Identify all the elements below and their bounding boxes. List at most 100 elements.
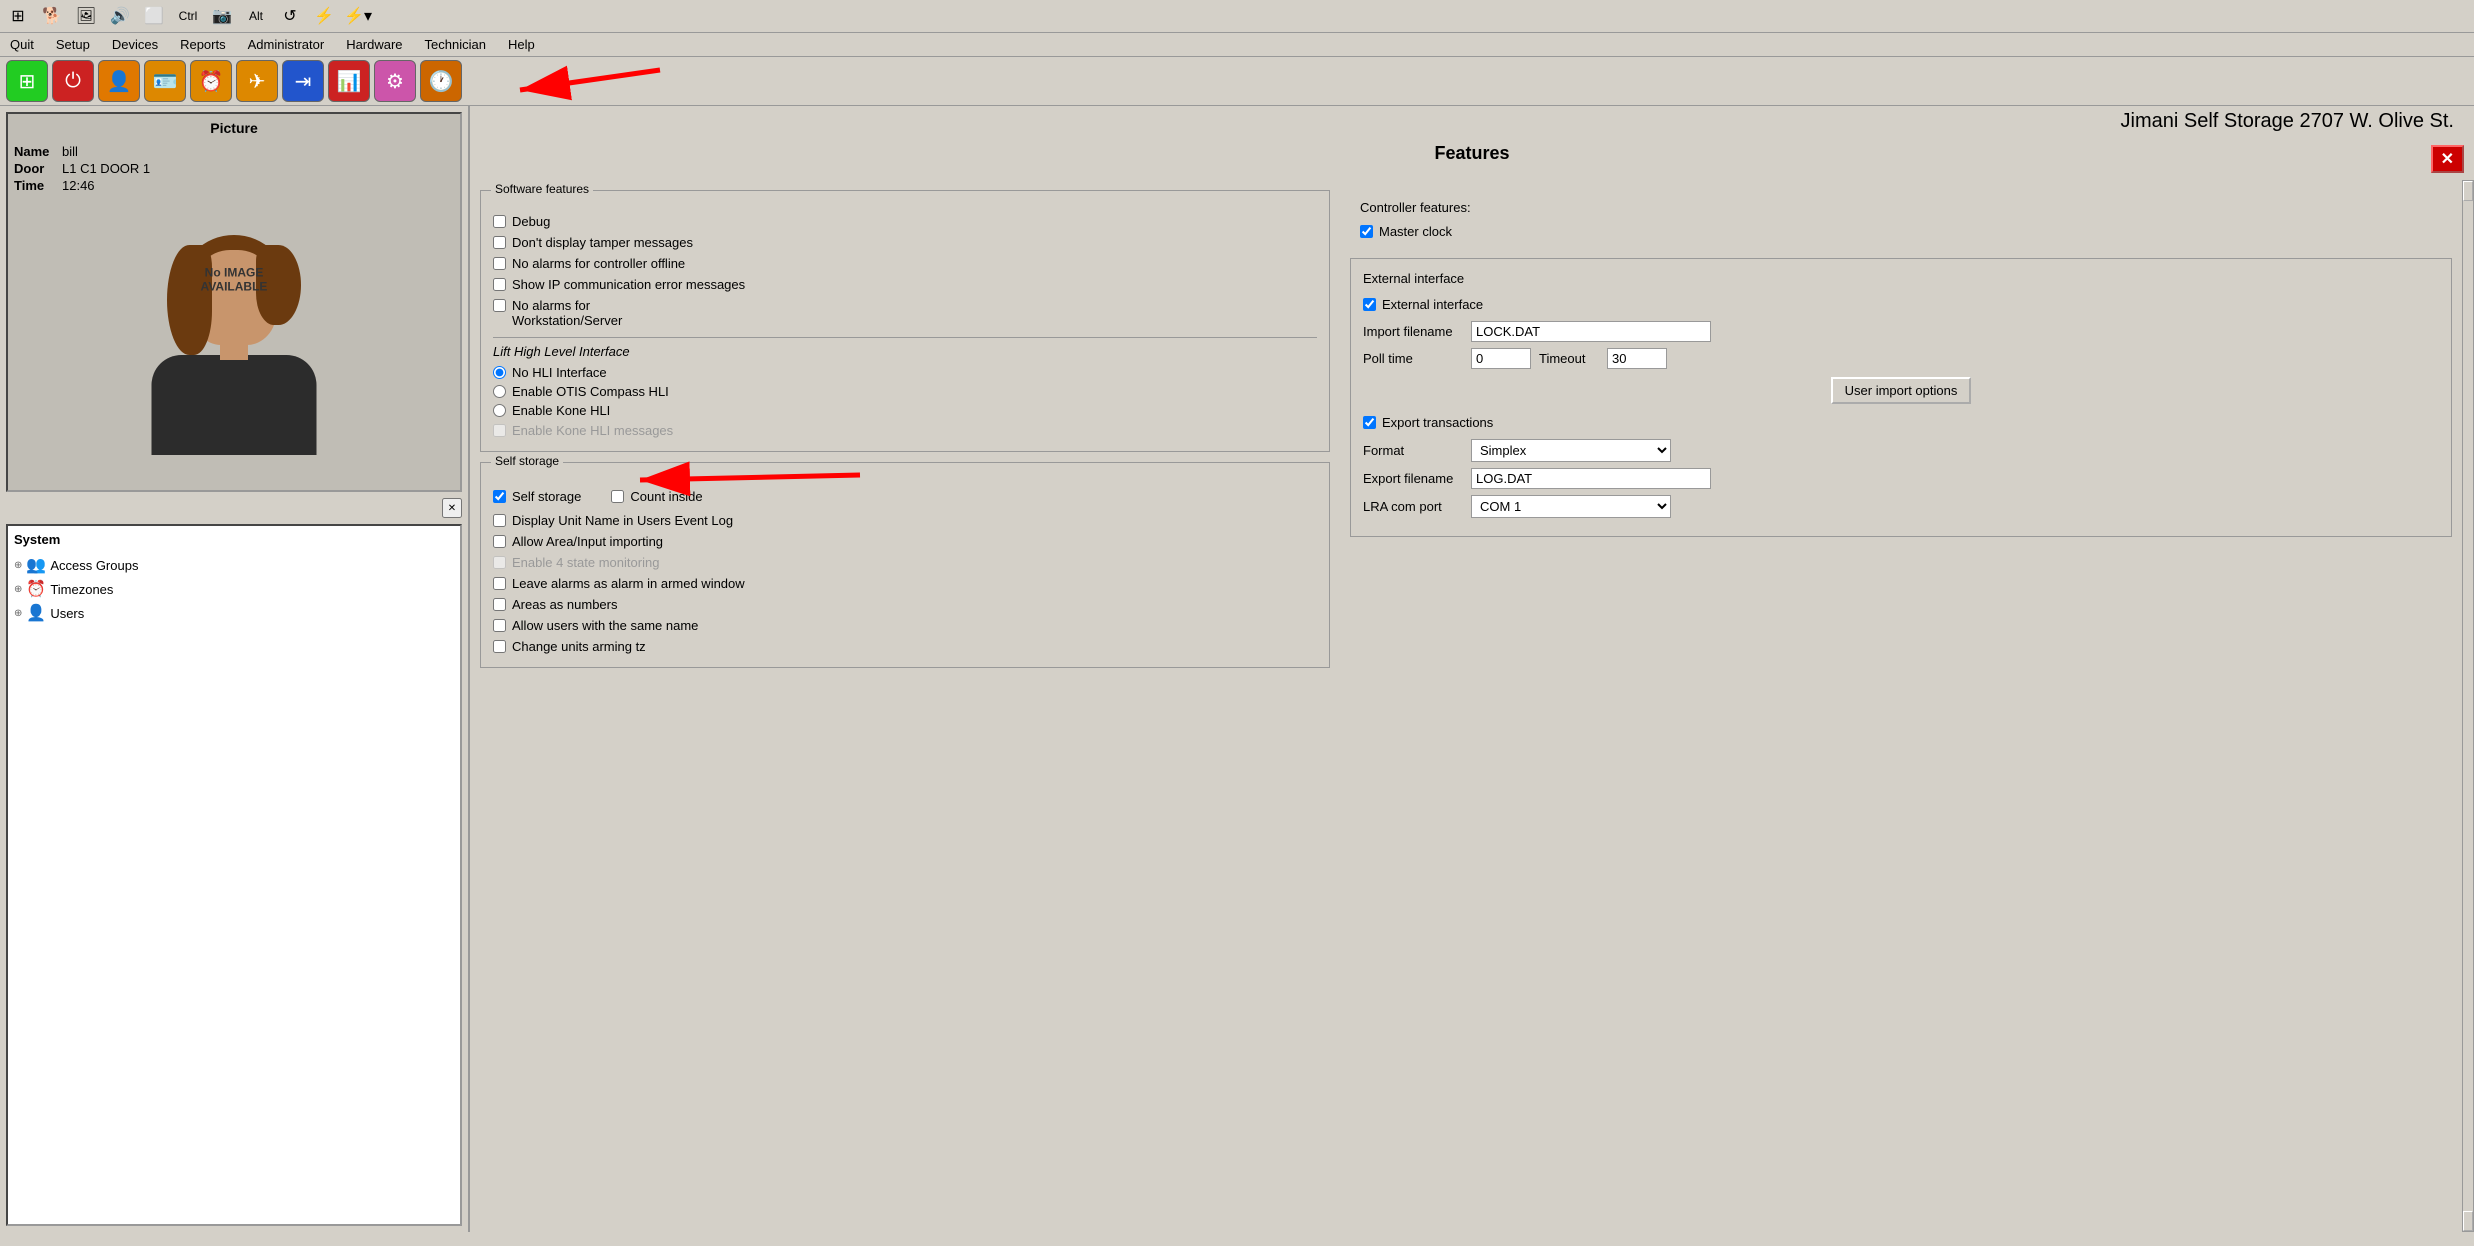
icon-animal[interactable]: 🐕	[38, 2, 66, 30]
checkbox-4state[interactable]	[493, 556, 506, 569]
tree-item-users[interactable]: ⊕ 👤 Users	[14, 601, 454, 625]
radio-kone[interactable]	[493, 404, 506, 417]
ql-arrow[interactable]: ⇥	[282, 60, 324, 102]
cb-kone-msg: Enable Kone HLI messages	[493, 420, 1317, 441]
label-access-groups: Access Groups	[50, 558, 138, 573]
label-allow-area[interactable]: Allow Area/Input importing	[512, 534, 663, 549]
icon-image[interactable]: 🖼	[72, 2, 100, 30]
panel-close-btn[interactable]: ✕	[442, 498, 462, 518]
label-areas-numbers[interactable]: Areas as numbers	[512, 597, 618, 612]
label-no-alarms-ws[interactable]: No alarms forWorkstation/Server	[512, 298, 622, 328]
checkbox-kone-messages[interactable]	[493, 424, 506, 437]
ql-chart[interactable]: 📊	[328, 60, 370, 102]
label-master-clock[interactable]: Master clock	[1379, 224, 1452, 239]
controller-features: Controller features: Master clock	[1350, 190, 2452, 252]
timeout-input[interactable]	[1607, 348, 1667, 369]
checkbox-ext-interface[interactable]	[1363, 298, 1376, 311]
menu-reports[interactable]: Reports	[176, 36, 230, 53]
checkbox-count-inside[interactable]	[611, 490, 624, 503]
label-export-transactions[interactable]: Export transactions	[1382, 415, 1493, 430]
ql-clock2[interactable]: 🕐	[420, 60, 462, 102]
menubar: Quit Setup Devices Reports Administrator…	[0, 33, 2474, 57]
tree-item-access-groups[interactable]: ⊕ 👥 Access Groups	[14, 553, 454, 577]
import-filename-input[interactable]	[1471, 321, 1711, 342]
software-features-box: Software features Debug Don't display ta…	[480, 190, 1330, 452]
icon-refresh[interactable]: ↺	[276, 2, 304, 30]
checkbox-show-ip[interactable]	[493, 278, 506, 291]
tree-item-timezones[interactable]: ⊕ ⏰ Timezones	[14, 577, 454, 601]
icon-grid[interactable]: ⊞	[4, 2, 32, 30]
alt-label[interactable]: Alt	[242, 2, 270, 30]
label-debug[interactable]: Debug	[512, 214, 550, 229]
time-value: 12:46	[62, 178, 95, 193]
menu-quit[interactable]: Quit	[6, 36, 38, 53]
icon-timezones: ⏰	[26, 579, 46, 599]
scroll-indicator[interactable]	[2462, 180, 2474, 1232]
poll-time-input[interactable]	[1471, 348, 1531, 369]
checkbox-areas-numbers[interactable]	[493, 598, 506, 611]
checkbox-export-transactions[interactable]	[1363, 416, 1376, 429]
name-label: Name	[14, 144, 54, 159]
cb-export-transactions: Export transactions	[1363, 412, 2439, 433]
ql-home[interactable]: ⊞	[6, 60, 48, 102]
menu-devices[interactable]: Devices	[108, 36, 162, 53]
lra-com-port-label: LRA com port	[1363, 499, 1463, 514]
features-right-col: Controller features: Master clock Extern…	[1340, 180, 2462, 1232]
checkbox-tamper[interactable]	[493, 236, 506, 249]
lra-com-port-select[interactable]: COM 1 COM 2 COM 3 COM 4	[1471, 495, 1671, 518]
timeout-label: Timeout	[1539, 351, 1599, 366]
checkbox-debug[interactable]	[493, 215, 506, 228]
checkbox-display-unit[interactable]	[493, 514, 506, 527]
checkbox-change-units[interactable]	[493, 640, 506, 653]
cb-self-storage: Self storage	[493, 486, 581, 507]
ql-power[interactable]: ⏻	[52, 60, 94, 102]
label-no-hli[interactable]: No HLI Interface	[512, 365, 607, 380]
label-kone[interactable]: Enable Kone HLI	[512, 403, 610, 418]
ql-card[interactable]: 🪪	[144, 60, 186, 102]
close-button[interactable]: ✕	[2431, 145, 2464, 173]
checkbox-no-alarms-ws[interactable]	[493, 299, 506, 312]
icon-sound[interactable]: 🔊	[106, 2, 134, 30]
ql-plane[interactable]: ✈	[236, 60, 278, 102]
label-show-ip[interactable]: Show IP communication error messages	[512, 277, 745, 292]
dialog-title: Features	[1434, 143, 1509, 164]
menu-setup[interactable]: Setup	[52, 36, 94, 53]
user-import-options-button[interactable]: User import options	[1831, 377, 1972, 404]
icon-lightning1[interactable]: ⚡	[310, 2, 338, 30]
toolbar: ⊞ 🐕 🖼 🔊 ⬜ Ctrl 📷 Alt ↺ ⚡ ⚡▾	[0, 0, 2474, 33]
radio-otis[interactable]	[493, 385, 506, 398]
icon-lightning2[interactable]: ⚡▾	[344, 2, 372, 30]
ctrl-label[interactable]: Ctrl	[174, 2, 202, 30]
ql-clock[interactable]: ⏰	[190, 60, 232, 102]
label-otis[interactable]: Enable OTIS Compass HLI	[512, 384, 669, 399]
label-allow-same-name[interactable]: Allow users with the same name	[512, 618, 698, 633]
checkbox-self-storage[interactable]	[493, 490, 506, 503]
label-leave-alarms[interactable]: Leave alarms as alarm in armed window	[512, 576, 745, 591]
label-count-inside[interactable]: Count inside	[630, 489, 702, 504]
checkbox-master-clock[interactable]	[1360, 225, 1373, 238]
checkbox-no-alarms-ctrl[interactable]	[493, 257, 506, 270]
menu-administrator[interactable]: Administrator	[244, 36, 329, 53]
label-self-storage[interactable]: Self storage	[512, 489, 581, 504]
label-no-alarms-ctrl[interactable]: No alarms for controller offline	[512, 256, 685, 271]
rb-kone: Enable Kone HLI	[493, 401, 1317, 420]
label-display-unit[interactable]: Display Unit Name in Users Event Log	[512, 513, 733, 528]
label-ext-interface[interactable]: External interface	[1382, 297, 1483, 312]
label-tamper[interactable]: Don't display tamper messages	[512, 235, 693, 250]
ql-settings[interactable]: ⚙	[374, 60, 416, 102]
checkbox-allow-area[interactable]	[493, 535, 506, 548]
checkbox-leave-alarms[interactable]	[493, 577, 506, 590]
ql-person[interactable]: 👤	[98, 60, 140, 102]
cb-tamper: Don't display tamper messages	[493, 232, 1317, 253]
format-select[interactable]: Simplex Option2 Option3	[1471, 439, 1671, 462]
menu-help[interactable]: Help	[504, 36, 539, 53]
icon-camera[interactable]: 📷	[208, 2, 236, 30]
export-filename-input[interactable]	[1471, 468, 1711, 489]
menu-technician[interactable]: Technician	[421, 36, 490, 53]
icon-monitor[interactable]: ⬜	[140, 2, 168, 30]
checkbox-allow-same-name[interactable]	[493, 619, 506, 632]
menu-hardware[interactable]: Hardware	[342, 36, 406, 53]
expand-icon-access: ⊕	[14, 560, 22, 571]
radio-no-hli[interactable]	[493, 366, 506, 379]
label-change-units[interactable]: Change units arming tz	[512, 639, 646, 654]
